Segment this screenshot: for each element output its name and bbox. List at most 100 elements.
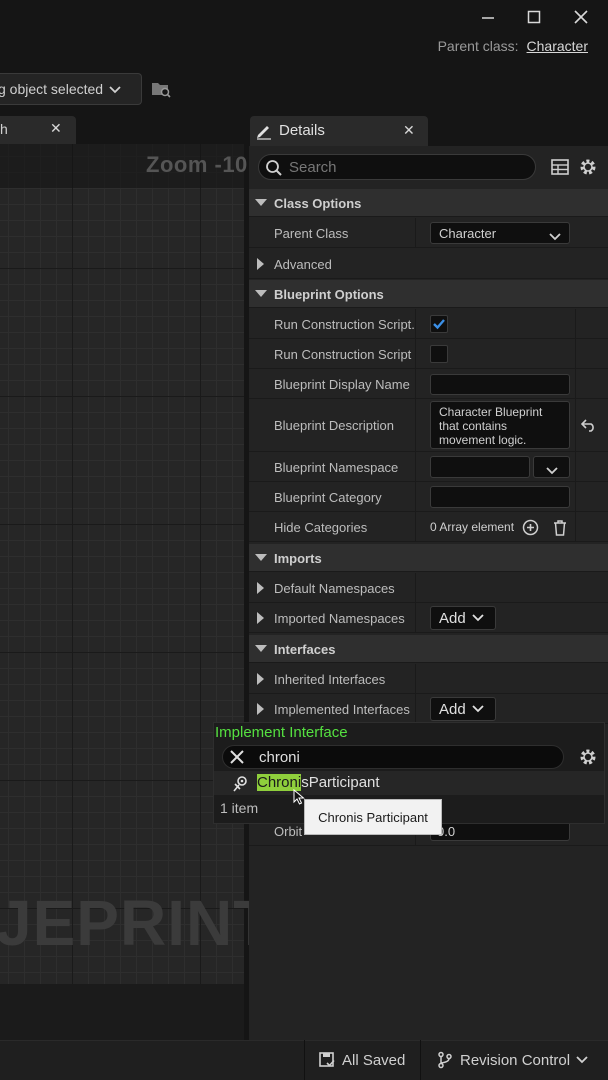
collapsed-arrow-icon bbox=[257, 673, 264, 685]
graph-bottom-bar bbox=[0, 984, 244, 1040]
expanded-arrow-icon bbox=[255, 554, 267, 561]
row-run-construction-script-in-editor: Run Construction Script i... bbox=[249, 339, 608, 369]
row-run-construction-script-sequence: Run Construction Script... bbox=[249, 309, 608, 339]
details-search[interactable] bbox=[258, 154, 536, 180]
row-blueprint-description: Blueprint Description Character Blueprin… bbox=[249, 399, 608, 452]
mouse-cursor-icon bbox=[293, 788, 305, 805]
saved-icon bbox=[319, 1052, 335, 1067]
add-namespace-button[interactable]: Add bbox=[430, 606, 496, 630]
find-in-blueprint-icon[interactable] bbox=[150, 78, 172, 100]
close-window-icon[interactable] bbox=[569, 6, 593, 28]
minimize-icon[interactable] bbox=[476, 6, 500, 28]
add-element-icon[interactable] bbox=[522, 519, 539, 539]
popup-title: Implement Interface bbox=[215, 724, 348, 741]
column-divider bbox=[415, 694, 416, 723]
button-label: Add bbox=[439, 609, 466, 627]
revision-control-button[interactable]: Revision Control bbox=[436, 1048, 588, 1072]
close-tab-icon[interactable]: ✕ bbox=[50, 120, 62, 137]
namespace-picker-button[interactable] bbox=[533, 456, 570, 478]
run-construction-script-checkbox[interactable] bbox=[430, 315, 448, 333]
clear-search-icon[interactable] bbox=[229, 749, 245, 765]
row-blueprint-category: Blueprint Category bbox=[249, 482, 608, 512]
list-item[interactable]: ChronisParticipant bbox=[214, 771, 604, 795]
column-divider bbox=[575, 452, 576, 481]
column-divider bbox=[415, 482, 416, 511]
gear-icon[interactable] bbox=[578, 747, 598, 767]
tooltip-text: Chronis Participant bbox=[318, 809, 428, 825]
column-divider bbox=[415, 399, 416, 451]
trash-icon[interactable] bbox=[552, 519, 568, 539]
row-inherited-interfaces[interactable]: Inherited Interfaces bbox=[249, 664, 608, 694]
status-divider bbox=[420, 1040, 421, 1080]
category-label: Interfaces bbox=[274, 642, 336, 657]
chevron-down-icon bbox=[472, 614, 484, 622]
property-name: Advanced bbox=[274, 257, 332, 272]
collapsed-arrow-icon[interactable] bbox=[257, 612, 264, 624]
parent-class-link[interactable]: Character bbox=[527, 38, 588, 58]
close-tab-icon[interactable]: ✕ bbox=[403, 122, 415, 139]
category-blueprint-options[interactable]: Blueprint Options bbox=[249, 280, 608, 308]
list-item-label: ChronisParticipant bbox=[257, 774, 380, 791]
add-interface-button[interactable]: Add bbox=[430, 697, 496, 721]
category-imports[interactable]: Imports bbox=[249, 544, 608, 572]
status-divider bbox=[304, 1040, 305, 1080]
array-count: 0 Array element bbox=[430, 520, 514, 534]
debug-object-value: g object selected bbox=[0, 81, 104, 97]
graph-canvas[interactable] bbox=[0, 144, 244, 984]
column-divider bbox=[575, 512, 576, 541]
parent-class-label: Parent class: bbox=[437, 38, 519, 54]
display-name-field[interactable] bbox=[430, 374, 570, 395]
property-name: Run Construction Script i... bbox=[274, 347, 416, 362]
category-class-options[interactable]: Class Options bbox=[249, 189, 608, 217]
category-interfaces[interactable]: Interfaces bbox=[249, 635, 608, 663]
category-label: Imports bbox=[274, 551, 322, 566]
checkmark-icon bbox=[433, 319, 445, 330]
interface-search[interactable] bbox=[222, 745, 564, 769]
column-divider bbox=[415, 603, 416, 632]
description-field[interactable]: Character Blueprint that contains moveme… bbox=[430, 401, 570, 449]
property-name: Blueprint Namespace bbox=[274, 460, 399, 475]
property-name: Hide Categories bbox=[274, 520, 368, 535]
row-blueprint-display-name: Blueprint Display Name bbox=[249, 369, 608, 399]
column-divider bbox=[415, 369, 416, 398]
row-parent-class: Parent Class Character bbox=[249, 218, 608, 248]
column-divider bbox=[415, 218, 416, 247]
maximize-icon[interactable] bbox=[522, 6, 546, 28]
reset-to-default-icon[interactable] bbox=[580, 418, 597, 435]
namespace-field[interactable] bbox=[430, 456, 530, 478]
property-matrix-icon[interactable] bbox=[550, 158, 570, 176]
details-title: Details bbox=[279, 122, 325, 139]
chevron-down-icon bbox=[109, 81, 121, 97]
row-imported-namespaces: Imported Namespaces Add bbox=[249, 603, 608, 633]
row-default-namespaces[interactable]: Default Namespaces bbox=[249, 573, 608, 603]
debug-object-select[interactable]: g object selected bbox=[0, 73, 142, 105]
save-status-label: All Saved bbox=[342, 1051, 406, 1069]
row-advanced[interactable]: Advanced bbox=[249, 249, 608, 279]
column-divider bbox=[415, 573, 416, 602]
collapsed-arrow-icon bbox=[257, 582, 264, 594]
zoom-level: Zoom -10 bbox=[146, 152, 248, 177]
parent-class-info: Parent class: Character bbox=[438, 38, 588, 58]
property-name: Implemented Interfaces bbox=[274, 702, 410, 717]
search-input[interactable] bbox=[289, 158, 529, 176]
property-name: Imported Namespaces bbox=[274, 611, 405, 626]
interface-search-input[interactable] bbox=[259, 748, 549, 766]
chevron-down-icon bbox=[472, 705, 484, 713]
property-name: Default Namespaces bbox=[274, 581, 395, 596]
property-name: Blueprint Category bbox=[274, 490, 382, 505]
property-name: Inherited Interfaces bbox=[274, 672, 386, 687]
run-construction-script-editor-checkbox[interactable] bbox=[430, 345, 448, 363]
category-label: Blueprint Options bbox=[274, 287, 384, 302]
column-divider bbox=[575, 309, 576, 338]
parent-class-combo[interactable]: Character bbox=[430, 222, 570, 244]
save-status-button[interactable]: All Saved bbox=[318, 1048, 405, 1072]
tab-event-graph[interactable]: h ✕ bbox=[0, 116, 76, 144]
tab-details[interactable]: Details ✕ bbox=[250, 116, 428, 146]
column-divider bbox=[575, 482, 576, 511]
collapsed-arrow-icon[interactable] bbox=[257, 703, 264, 715]
collapsed-arrow-icon bbox=[257, 258, 264, 270]
gear-icon[interactable] bbox=[578, 157, 598, 177]
category-field[interactable] bbox=[430, 486, 570, 508]
row-implemented-interfaces: Implemented Interfaces Add bbox=[249, 694, 608, 724]
row-hide-categories: Hide Categories 0 Array element bbox=[249, 512, 608, 542]
